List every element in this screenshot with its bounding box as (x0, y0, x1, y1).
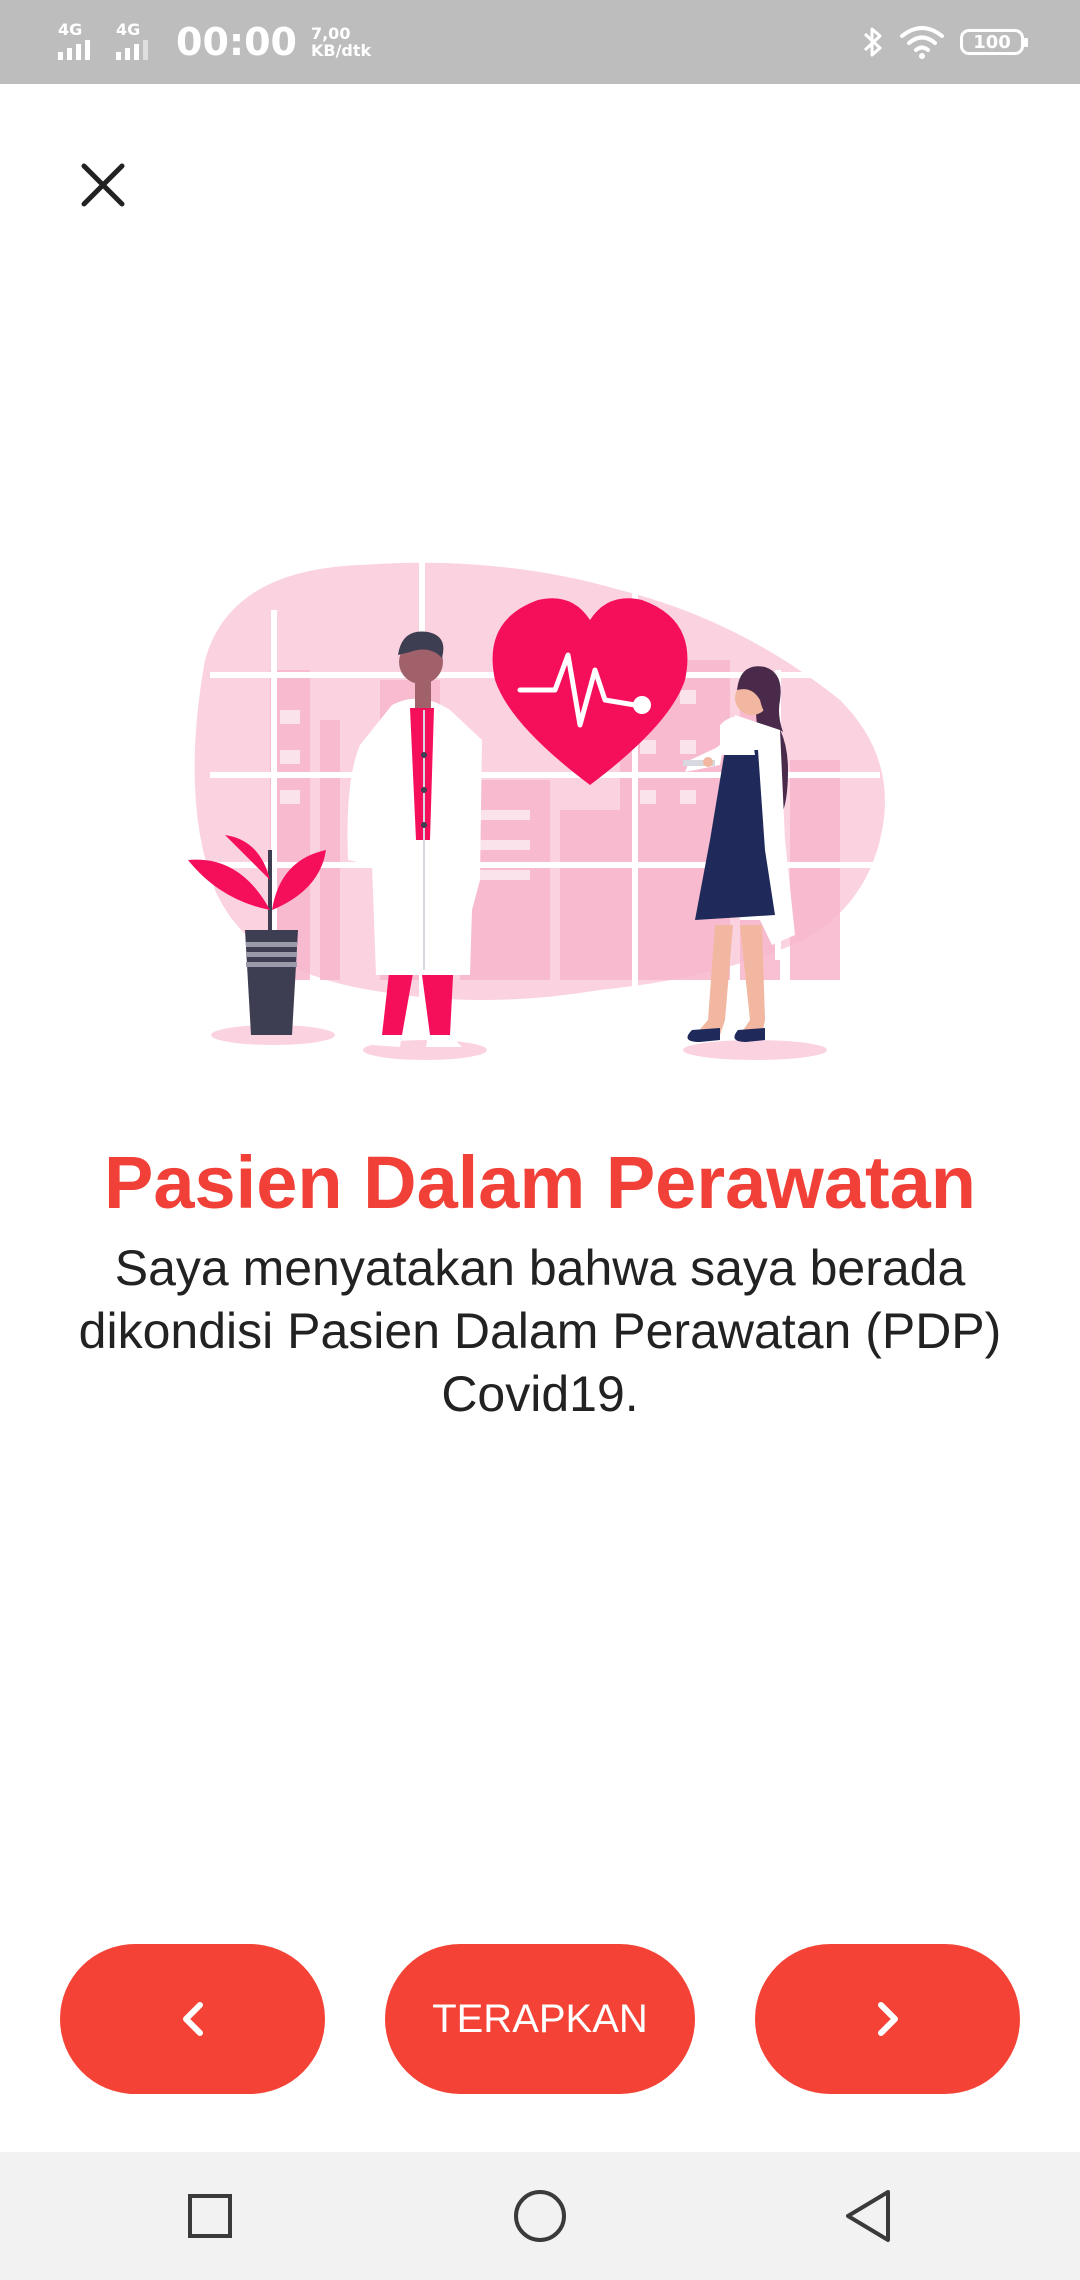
recent-apps-button[interactable] (178, 2184, 242, 2248)
speed-unit: KB/dtk (310, 41, 372, 60)
apply-button[interactable]: TERAPKAN (385, 1944, 695, 2094)
home-button[interactable] (508, 2184, 572, 2248)
next-button[interactable] (755, 1944, 1020, 2094)
chevron-left-icon (182, 2002, 203, 2036)
back-button[interactable] (836, 2184, 900, 2248)
bluetooth-icon (863, 27, 882, 57)
circle-icon (514, 2190, 566, 2242)
battery-level: 100 (973, 31, 1011, 53)
status-right: 100 (862, 18, 1028, 66)
status-time: 00:00 (176, 20, 297, 64)
apply-button-label: TERAPKAN (432, 1996, 648, 2041)
signal-1-icon: 4G (56, 20, 100, 64)
network-type-2: 4G (116, 20, 141, 39)
chevron-right-icon (877, 2002, 898, 2036)
page-description: Saya menyatakan bahwa saya berada dikond… (78, 1240, 1002, 1422)
wifi-icon (900, 26, 944, 59)
signal-2-icon: 4G (114, 20, 158, 64)
page-title: Pasien Dalam Perawatan (104, 1141, 976, 1224)
close-button[interactable] (70, 152, 136, 218)
battery-icon: 100 (960, 29, 1028, 55)
close-icon (81, 163, 125, 207)
navigation-bar (0, 2152, 1080, 2280)
doctors-illustration (188, 560, 886, 1060)
square-icon (188, 2194, 232, 2238)
network-type-1: 4G (58, 20, 83, 39)
status-bar: 4G 4G 00:00 7,00 KB/dtk 100 (0, 0, 1080, 84)
network-speed: 7,00 KB/dtk (311, 25, 371, 59)
previous-button[interactable] (60, 1944, 325, 2094)
triangle-back-icon (846, 2190, 890, 2242)
status-left: 4G 4G 00:00 7,00 KB/dtk (56, 14, 371, 70)
speed-value: 7,00 (310, 24, 351, 43)
